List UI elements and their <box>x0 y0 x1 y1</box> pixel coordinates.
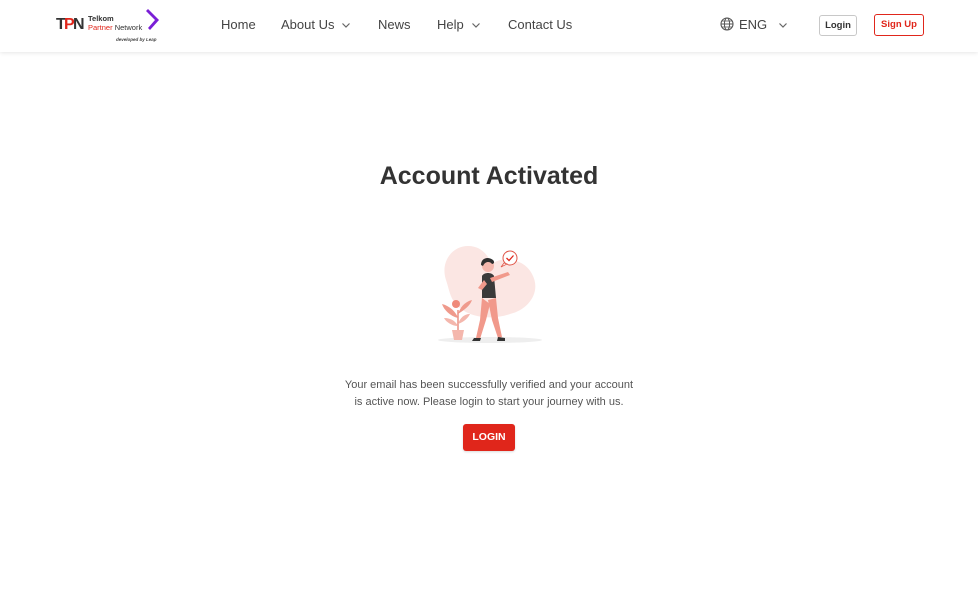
svg-text:N: N <box>73 16 84 31</box>
brand-line-2: Partner Network <box>88 22 143 33</box>
nav-help[interactable]: Help <box>437 17 480 32</box>
chevron-down-icon <box>342 23 351 28</box>
login-button[interactable]: Login <box>819 15 857 36</box>
globe-icon <box>720 17 734 31</box>
language-value: ENG <box>739 17 768 32</box>
activation-message-line-2: is active now. Please login to start you… <box>354 396 624 408</box>
top-navbar: T P N Telkom Partner Network developed b… <box>0 0 978 52</box>
nav-contact-us[interactable]: Contact Us <box>508 17 572 32</box>
account-activated-illustration <box>438 246 542 343</box>
brand-name: Telkom Partner Network <box>88 14 143 33</box>
sign-up-button[interactable]: Sign Up <box>874 14 924 36</box>
brand-logo[interactable]: T P N Telkom Partner Network developed b… <box>56 9 166 44</box>
activation-message: Your email has been successfully verifie… <box>289 377 689 411</box>
nav-home[interactable]: Home <box>221 17 256 32</box>
login-cta-button[interactable]: LOGIN <box>463 424 515 451</box>
nav-about-us[interactable]: About Us <box>281 17 351 32</box>
brand-line-2-rest: Network <box>112 22 143 32</box>
chevron-down-icon <box>471 23 480 28</box>
activation-message-line-1: Your email has been successfully verifie… <box>344 379 634 391</box>
page-title: Account Activated <box>379 162 599 190</box>
brand-line-2-accent: Partner <box>88 22 113 32</box>
brand-tagline: developed by Leap <box>116 37 157 42</box>
language-selector[interactable]: ENG <box>720 17 792 32</box>
nav-about-us-label: About Us <box>281 17 335 32</box>
chevron-down-icon <box>779 23 788 28</box>
nav-help-label: Help <box>437 17 464 32</box>
nav-news[interactable]: News <box>378 17 411 32</box>
brand-chevron-icon <box>146 9 159 30</box>
tpn-logo-mark: T P N <box>56 16 86 31</box>
